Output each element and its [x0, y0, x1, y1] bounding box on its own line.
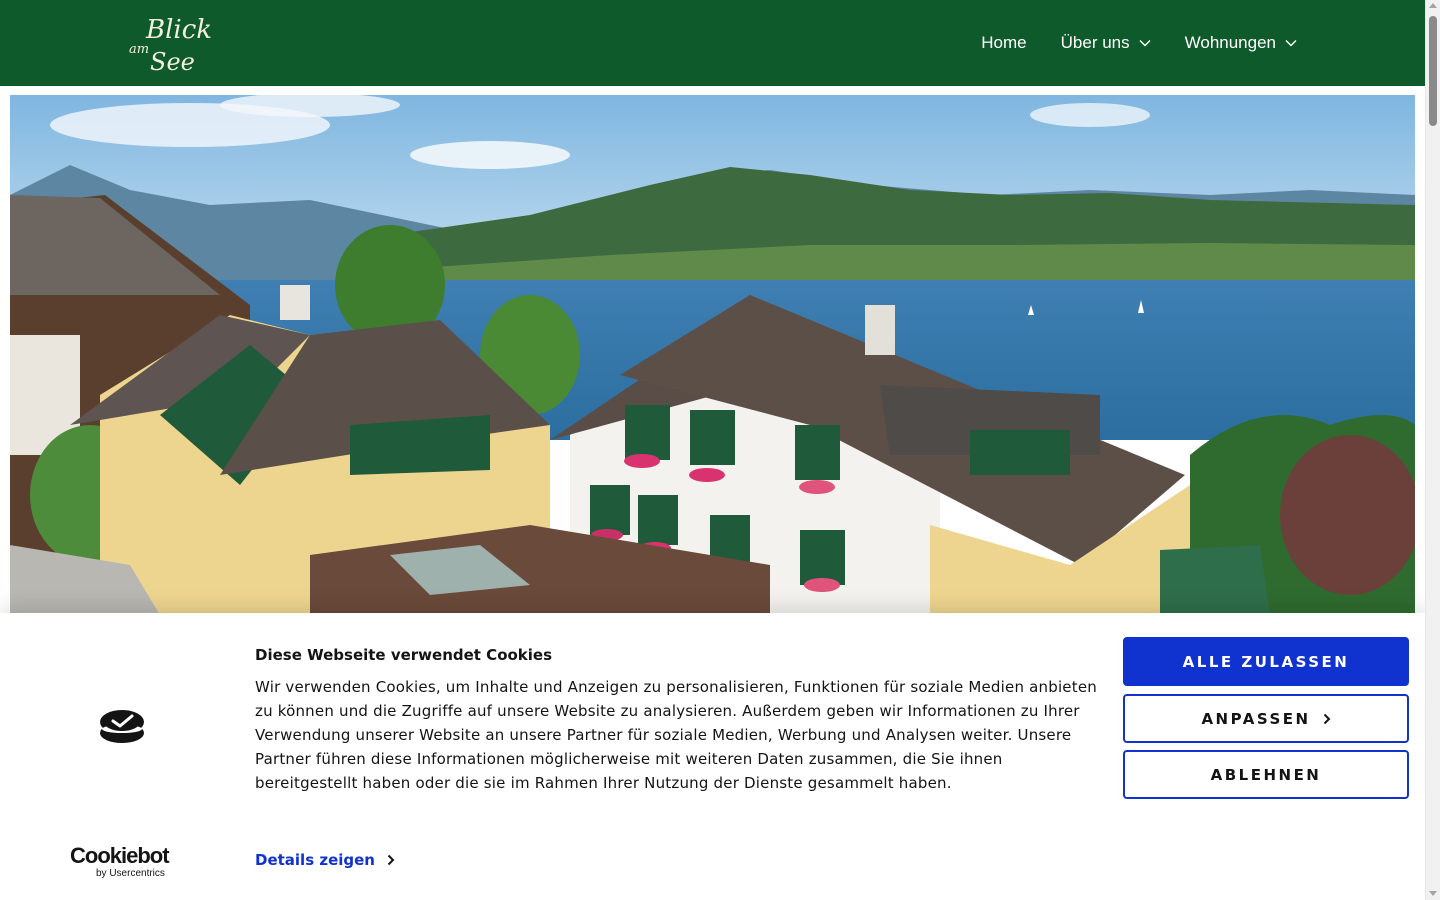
cookie-banner-title: Diese Webseite verwendet Cookies	[255, 646, 553, 664]
chevron-down-icon	[1139, 40, 1151, 47]
customize-button[interactable]: ANPASSEN	[1123, 694, 1409, 743]
nav-item-wohnungen-label: Wohnungen	[1184, 33, 1276, 52]
chevron-down-icon	[1285, 40, 1297, 47]
allow-all-label: ALLE ZULASSEN	[1182, 652, 1350, 671]
details-link-label: Details zeigen	[255, 851, 375, 869]
cookie-logo-icon	[100, 710, 144, 743]
cookie-banner-text: Wir verwenden Cookies, um Inhalte und An…	[255, 678, 1097, 792]
deny-label: ABLEHNEN	[1210, 765, 1322, 784]
details-link[interactable]: Details zeigen	[255, 851, 395, 869]
nav-item-home-label: Home	[981, 33, 1027, 52]
lake-house-photo	[10, 95, 1415, 615]
customize-label: ANPASSEN	[1201, 709, 1311, 728]
main-nav: Home Über uns Wohnungen	[981, 0, 1297, 86]
page-scrollbar[interactable]	[1425, 0, 1440, 900]
site-header: Blick am See Home Über uns Wohnungen	[0, 0, 1425, 86]
chevron-right-icon	[387, 854, 395, 866]
scrollbar-thumb[interactable]	[1429, 16, 1437, 126]
logo-script-icon: Blick am See	[129, 15, 212, 76]
nav-item-wohnungen[interactable]: Wohnungen	[1185, 33, 1297, 53]
cookiebot-wordmark: Cookiebot	[70, 843, 170, 868]
nav-item-home[interactable]: Home	[981, 33, 1026, 53]
logo-line-see: See	[150, 48, 195, 76]
scroll-down-icon[interactable]	[1429, 891, 1437, 896]
chevron-right-icon	[1323, 713, 1330, 724]
cookiebot-brand-logo[interactable]: Cookiebot by Usercentrics	[70, 843, 180, 880]
nav-item-ueber-uns-label: Über uns	[1060, 33, 1130, 52]
hero-image	[10, 95, 1415, 615]
cookie-banner: Cookiebot by Usercentrics Diese Webseite…	[0, 613, 1425, 900]
logo-line-blick: Blick	[145, 15, 212, 45]
blick-am-see-logo[interactable]: Blick am See	[126, 8, 218, 78]
deny-button[interactable]: ABLEHNEN	[1123, 750, 1409, 799]
nav-item-ueber-uns[interactable]: Über uns	[1061, 33, 1151, 53]
logo-line-am: am	[129, 42, 149, 57]
cookiebot-subtitle: by Usercentrics	[96, 868, 165, 879]
scroll-up-icon[interactable]	[1429, 3, 1437, 8]
allow-all-button[interactable]: ALLE ZULASSEN	[1123, 637, 1409, 686]
